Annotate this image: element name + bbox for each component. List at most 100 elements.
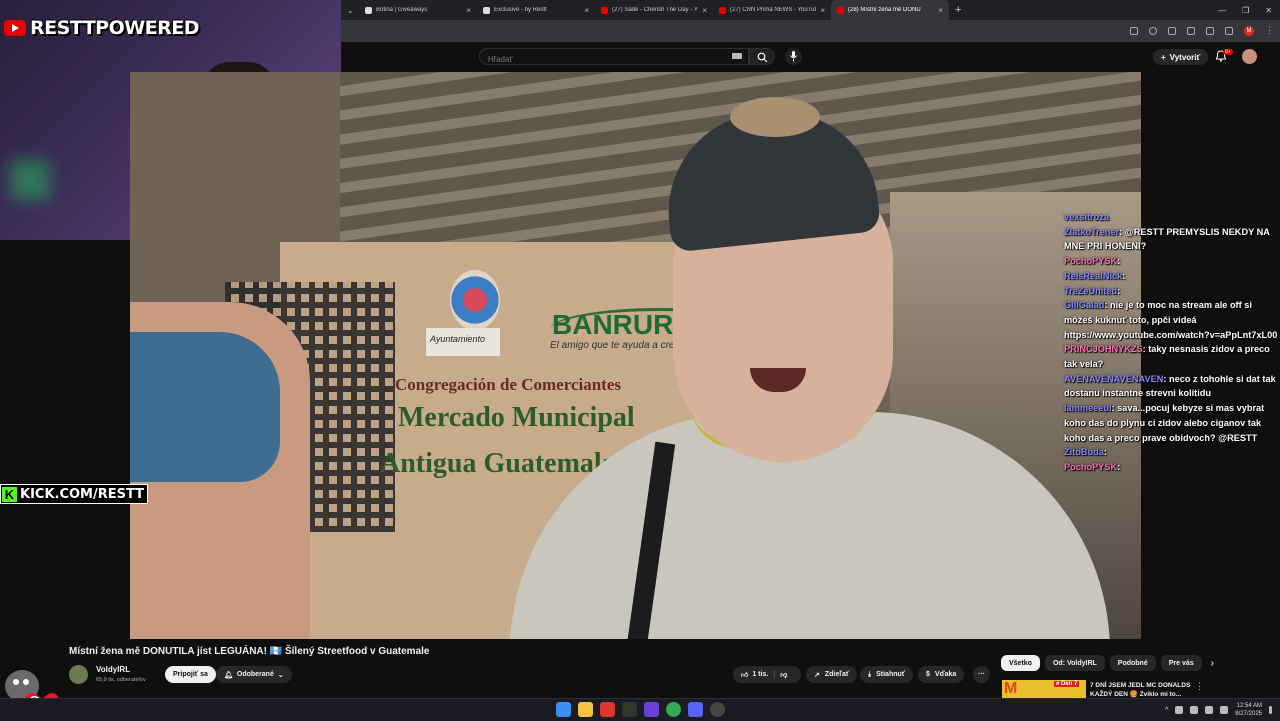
chat-username[interactable]: TreZeUnited [1064,286,1117,296]
chat-message: Iammeeeul: sava...pocuj kebyze si mas vy… [1064,401,1278,445]
chat-username[interactable]: PochoPYSK [1064,462,1117,472]
terminal-icon[interactable] [622,702,637,717]
chat-username[interactable]: AVENAVENAVENAVEN [1064,374,1163,384]
plus-icon: + [1161,52,1166,62]
chat-text: : [1117,256,1121,267]
like-button[interactable]: 👍︎ 1 tis. [741,670,768,679]
new-tab-button[interactable]: + [949,4,967,16]
clock[interactable]: 12:54 AM 8/27/2025 [1235,702,1262,718]
bell-icon: 🔔︎ [224,671,233,679]
network-icon[interactable] [1175,706,1184,714]
browser-tab-exclusive[interactable]: Exclusive - by Restt × [477,0,595,20]
share-icon: ↗ [814,671,820,679]
download-icon[interactable] [1225,26,1233,35]
sidebar-icon[interactable] [1206,26,1214,35]
download-button[interactable]: ⤓ Stiahnuť [860,666,914,683]
browser-tab-giveaways[interactable]: Botiña | Giveaways × [359,0,477,20]
thanks-button[interactable]: $ Vďaka [918,666,965,683]
close-icon[interactable]: × [938,6,943,15]
maximize-icon[interactable]: ❐ [1242,6,1249,15]
subscribed-button[interactable]: 🔔︎ Odoberané ⌄ [216,666,292,683]
menu-kebab-icon[interactable]: ⋮ [1265,25,1274,36]
tab-search-button[interactable]: ⌄ [341,0,359,20]
chat-text: : [1117,461,1121,472]
chat-username[interactable]: ZitoBuda [1064,447,1104,457]
recommendation-menu-icon[interactable]: ⋮ [1195,681,1204,692]
extension-icon[interactable] [1168,26,1176,35]
channel-name[interactable]: VoldyIRL [96,665,130,674]
install-icon[interactable] [1130,26,1138,35]
youtube-logo-icon [4,20,26,36]
window-close-icon[interactable]: ✕ [1265,6,1272,15]
chat-text: : [1103,447,1107,458]
chat-username[interactable]: vexsitroza [1064,212,1109,222]
minimize-icon[interactable]: — [1218,6,1226,15]
chip-for-you[interactable]: Pre vás [1160,655,1202,671]
thumbs-up-icon: 👍︎ [741,672,749,679]
window-controls: — ❐ ✕ [1218,0,1272,20]
dislike-button[interactable]: 👎︎ [780,670,787,679]
voice-search-button[interactable] [785,48,802,65]
chat-username[interactable]: PRINCJOHNYKZS [1064,344,1143,354]
close-icon[interactable]: × [466,6,471,15]
chat-message: ZlatkoTrener: @RESTT PREMYSLIS NEKDY NA … [1064,225,1278,254]
video-player[interactable]: Ayuntamiento BANRURAL El amigo que te ay… [130,72,1141,639]
recommendation-thumbnail[interactable]: M # Den 7 [1002,680,1086,698]
create-button[interactable]: + Vytvoriť [1153,49,1209,65]
city-crest-icon [450,270,500,330]
file-explorer-icon[interactable] [578,702,593,717]
search-icon [757,52,768,63]
chip-all[interactable]: Všetko [1001,655,1040,671]
share-button[interactable]: ↗ Zdieľať [806,666,858,683]
close-icon[interactable]: × [584,6,589,15]
browser-toolbar: M ⋮ [341,20,1280,42]
windows-taskbar: ^ 12:54 AM 8/27/2025 [0,698,1280,721]
chat-username[interactable]: ZlatkoTrener [1064,227,1119,237]
brave-browser-icon[interactable] [600,702,615,717]
chat-username[interactable]: Iammeeeul [1064,403,1112,413]
bookmark-star-icon[interactable] [1149,26,1157,35]
browser-tab-bar: ⌄ Botiña | Giveaways × Exclusive - by Re… [341,0,1280,20]
search-box [479,48,749,67]
browser-tab-active[interactable]: (28) Místní žena mě DONU × [831,0,949,20]
chat-username[interactable]: GillGalad [1064,300,1104,310]
search-input[interactable] [480,52,726,67]
chat-username[interactable]: ReIsRealNick [1064,271,1122,281]
settings-icon[interactable] [710,702,725,717]
chip-from-channel[interactable]: Od: VoldyIRL [1044,655,1105,671]
keyboard-layout-icon[interactable] [1205,706,1214,714]
close-icon[interactable]: × [702,6,707,15]
more-actions-button[interactable]: ··· [973,666,990,683]
notifications-icon[interactable] [1269,706,1272,714]
chevron-right-icon[interactable]: › [1211,655,1214,671]
battery-icon[interactable] [1220,706,1229,714]
account-avatar[interactable] [1242,49,1257,64]
microphone-icon [790,51,797,62]
chevron-up-icon[interactable]: ^ [1165,707,1168,714]
stream-chat: vexsitroza ZlatkoTrener: @RESTT PREMYSLIS… [1064,210,1278,475]
discord-icon[interactable] [688,702,703,717]
browser-tab-cnn[interactable]: (27) CNN Prima NEWS - YouTube × [713,0,831,20]
chat-message: AVENAVENAVENAVEN: neco z tohohle si dat … [1064,372,1278,401]
chip-related[interactable]: Podobné [1109,655,1156,671]
kick-logo-icon: K [2,486,17,502]
crest-label: Ayuntamiento [430,334,485,344]
puzzle-icon[interactable] [1187,26,1195,35]
obs-icon[interactable] [644,702,659,717]
channel-avatar[interactable] [69,665,88,684]
close-icon[interactable]: × [820,6,825,15]
recommendation-chips: Všetko Od: VoldyIRL Podobné Pre vás › [1001,655,1214,671]
join-button[interactable]: Pripojiť sa [165,666,216,683]
system-tray: ^ 12:54 AM 8/27/2025 [1165,702,1272,718]
chat-message: PochoPYSK: [1064,254,1278,269]
volume-icon[interactable] [1190,706,1199,714]
browser-tab-sade[interactable]: (27) Sade - Cherish The Day - Y × [595,0,713,20]
start-button-icon[interactable] [556,702,571,717]
keyboard-icon[interactable] [732,53,742,59]
profile-avatar-icon[interactable]: M [1244,25,1254,36]
chrome-icon[interactable] [666,702,681,717]
recommendation-title[interactable]: 7 DNÍ JSEM JEDL MC DONALDS KAŽDÝ DEN 🍔 Z… [1090,681,1190,699]
chat-text: : [1122,270,1126,281]
chat-username[interactable]: PochoPYSK [1064,256,1117,266]
search-button[interactable] [749,48,775,65]
